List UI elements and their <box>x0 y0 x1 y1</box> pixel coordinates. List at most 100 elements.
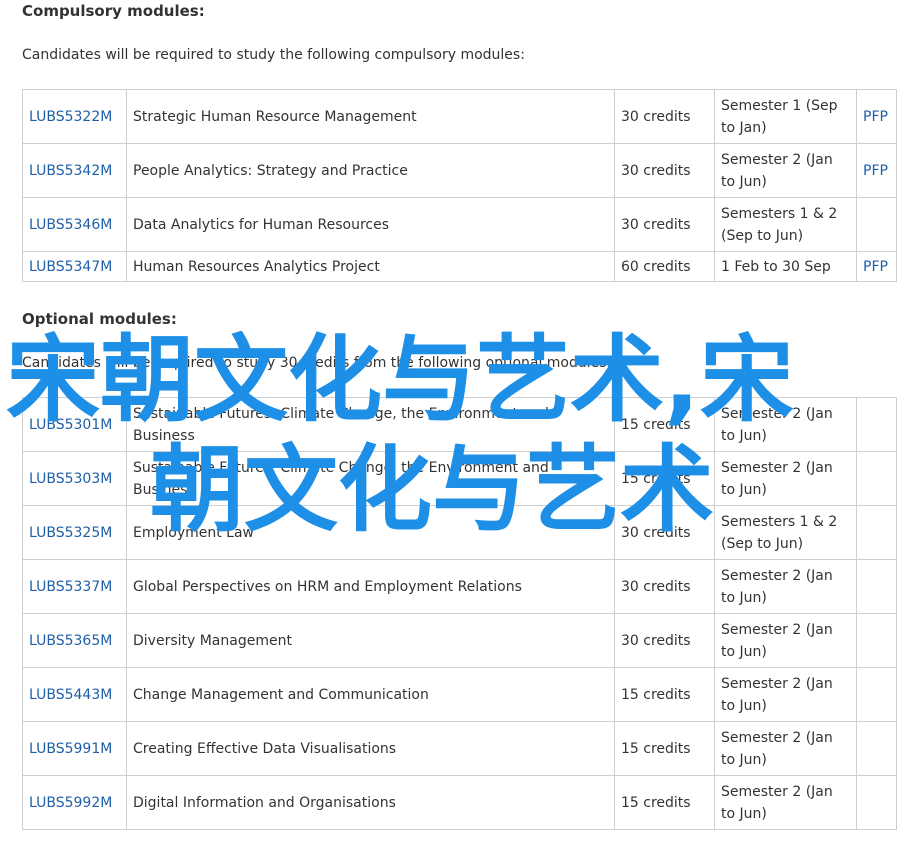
table-row: LUBS5443M Change Management and Communica… <box>22 667 897 722</box>
module-code-link[interactable]: LUBS5337M <box>29 579 112 595</box>
module-code-link[interactable]: LUBS5342M <box>29 163 112 179</box>
module-credits-cell: 30 credits <box>614 89 715 144</box>
module-semester-text: Semester 2 (Jan to Jun) <box>721 675 833 714</box>
module-credits-text: 60 credits <box>621 258 691 275</box>
module-title-cell: Diversity Management <box>126 613 615 668</box>
module-code-link[interactable]: LUBS5346M <box>29 217 112 233</box>
module-code-cell: LUBS5342M <box>22 143 127 198</box>
module-code-link[interactable]: LUBS5301M <box>29 417 112 433</box>
module-code-cell: LUBS5346M <box>22 197 127 252</box>
module-credits-cell: 15 credits <box>614 397 715 452</box>
module-semester-text: 1 Feb to 30 Sep <box>721 258 831 275</box>
table-row: LUBS5301M Sustainable Futures: Climate Ch… <box>22 397 897 452</box>
module-code-link[interactable]: LUBS5991M <box>29 741 112 757</box>
module-semester-cell: Semester 2 (Jan to Jun) <box>714 667 857 722</box>
module-semester-cell: Semester 2 (Jan to Jun) <box>714 721 857 776</box>
module-credits-cell: 15 credits <box>614 451 715 506</box>
module-pfp-cell: PFP <box>856 251 897 282</box>
module-pfp-cell <box>856 559 897 614</box>
module-semester-text: Semesters 1 & 2 (Sep to Jun) <box>721 513 838 552</box>
module-title-cell: Data Analytics for Human Resources <box>126 197 615 252</box>
table-row: LUBS5342M People Analytics: Strategy and … <box>22 143 897 198</box>
module-credits-cell: 15 credits <box>614 721 715 776</box>
module-pfp-cell <box>856 197 897 252</box>
module-credits-text: 15 credits <box>621 794 691 811</box>
module-code-link[interactable]: LUBS5365M <box>29 633 112 649</box>
module-code-link[interactable]: LUBS5992M <box>29 795 112 811</box>
module-semester-cell: Semester 2 (Jan to Jun) <box>714 559 857 614</box>
module-credits-text: 15 credits <box>621 470 691 487</box>
module-credits-text: 30 credits <box>621 216 691 233</box>
module-code-link[interactable]: LUBS5303M <box>29 471 112 487</box>
module-credits-text: 30 credits <box>621 524 691 541</box>
module-semester-text: Semester 2 (Jan to Jun) <box>721 621 833 660</box>
module-title-text: Human Resources Analytics Project <box>133 258 380 275</box>
module-semester-cell: Semester 2 (Jan to Jun) <box>714 397 857 452</box>
module-title-cell: Strategic Human Resource Management <box>126 89 615 144</box>
module-pfp-cell <box>856 451 897 506</box>
module-code-link[interactable]: LUBS5347M <box>29 259 112 275</box>
module-semester-cell: Semester 2 (Jan to Jun) <box>714 613 857 668</box>
module-title-text: Digital Information and Organisations <box>133 794 396 811</box>
table-row: LUBS5337M Global Perspectives on HRM and … <box>22 559 897 614</box>
module-credits-text: 15 credits <box>621 416 691 433</box>
table-row: LUBS5322M Strategic Human Resource Manage… <box>22 89 897 144</box>
module-pfp-cell: PFP <box>856 143 897 198</box>
module-title-text: Strategic Human Resource Management <box>133 108 417 125</box>
module-code-cell: LUBS5992M <box>22 775 127 830</box>
module-credits-cell: 15 credits <box>614 775 715 830</box>
module-title-cell: Creating Effective Data Visualisations <box>126 721 615 776</box>
module-title-cell: Sustainable Futures: Climate Change, the… <box>126 397 615 452</box>
module-code-cell: LUBS5322M <box>22 89 127 144</box>
module-credits-cell: 30 credits <box>614 559 715 614</box>
module-pfp-cell <box>856 775 897 830</box>
module-credits-cell: 30 credits <box>614 613 715 668</box>
optional-modules-table: LUBS5301M Sustainable Futures: Climate Ch… <box>22 397 897 830</box>
module-semester-cell: Semester 2 (Jan to Jun) <box>714 143 857 198</box>
pfp-link[interactable]: PFP <box>863 109 888 125</box>
module-code-cell: LUBS5301M <box>22 397 127 452</box>
module-credits-text: 30 credits <box>621 162 691 179</box>
module-credits-text: 30 credits <box>621 108 691 125</box>
optional-heading: Optional modules: <box>22 310 177 328</box>
module-credits-cell: 30 credits <box>614 143 715 198</box>
module-semester-cell: Semesters 1 & 2 (Sep to Jun) <box>714 505 857 560</box>
module-title-cell: Employment Law <box>126 505 615 560</box>
module-code-link[interactable]: LUBS5322M <box>29 109 112 125</box>
module-code-cell: LUBS5325M <box>22 505 127 560</box>
module-pfp-cell <box>856 397 897 452</box>
module-pfp-cell <box>856 721 897 776</box>
optional-intro: Candidates will be required to study 30 … <box>22 355 612 371</box>
module-pfp-cell <box>856 667 897 722</box>
module-code-cell: LUBS5337M <box>22 559 127 614</box>
module-title-cell: Human Resources Analytics Project <box>126 251 615 282</box>
module-code-cell: LUBS5365M <box>22 613 127 668</box>
module-title-text: Sustainable Futures: Climate Change, the… <box>133 459 549 498</box>
module-code-link[interactable]: LUBS5443M <box>29 687 112 703</box>
table-row: LUBS5325M Employment Law 30 credits Semeste… <box>22 505 897 560</box>
module-pfp-cell <box>856 613 897 668</box>
module-credits-text: 15 credits <box>621 686 691 703</box>
module-semester-text: Semester 2 (Jan to Jun) <box>721 405 833 444</box>
module-credits-text: 30 credits <box>621 632 691 649</box>
module-semester-cell: Semester 2 (Jan to Jun) <box>714 451 857 506</box>
module-credits-cell: 60 credits <box>614 251 715 282</box>
module-semester-cell: Semester 2 (Jan to Jun) <box>714 775 857 830</box>
table-row: LUBS5991M Creating Effective Data Visuali… <box>22 721 897 776</box>
module-code-link[interactable]: LUBS5325M <box>29 525 112 541</box>
module-pfp-cell <box>856 505 897 560</box>
module-code-cell: LUBS5347M <box>22 251 127 282</box>
compulsory-heading: Compulsory modules: <box>22 2 205 20</box>
pfp-link[interactable]: PFP <box>863 259 888 275</box>
compulsory-modules-table: LUBS5322M Strategic Human Resource Manage… <box>22 89 897 282</box>
module-title-cell: Global Perspectives on HRM and Employmen… <box>126 559 615 614</box>
module-pfp-cell: PFP <box>856 89 897 144</box>
module-title-cell: Digital Information and Organisations <box>126 775 615 830</box>
module-title-text: People Analytics: Strategy and Practice <box>133 162 408 179</box>
module-semester-text: Semester 2 (Jan to Jun) <box>721 459 833 498</box>
module-title-cell: People Analytics: Strategy and Practice <box>126 143 615 198</box>
module-title-text: Global Perspectives on HRM and Employmen… <box>133 578 522 595</box>
module-title-text: Employment Law <box>133 524 255 541</box>
pfp-link[interactable]: PFP <box>863 163 888 179</box>
compulsory-table-body: LUBS5322M Strategic Human Resource Manage… <box>22 89 897 282</box>
